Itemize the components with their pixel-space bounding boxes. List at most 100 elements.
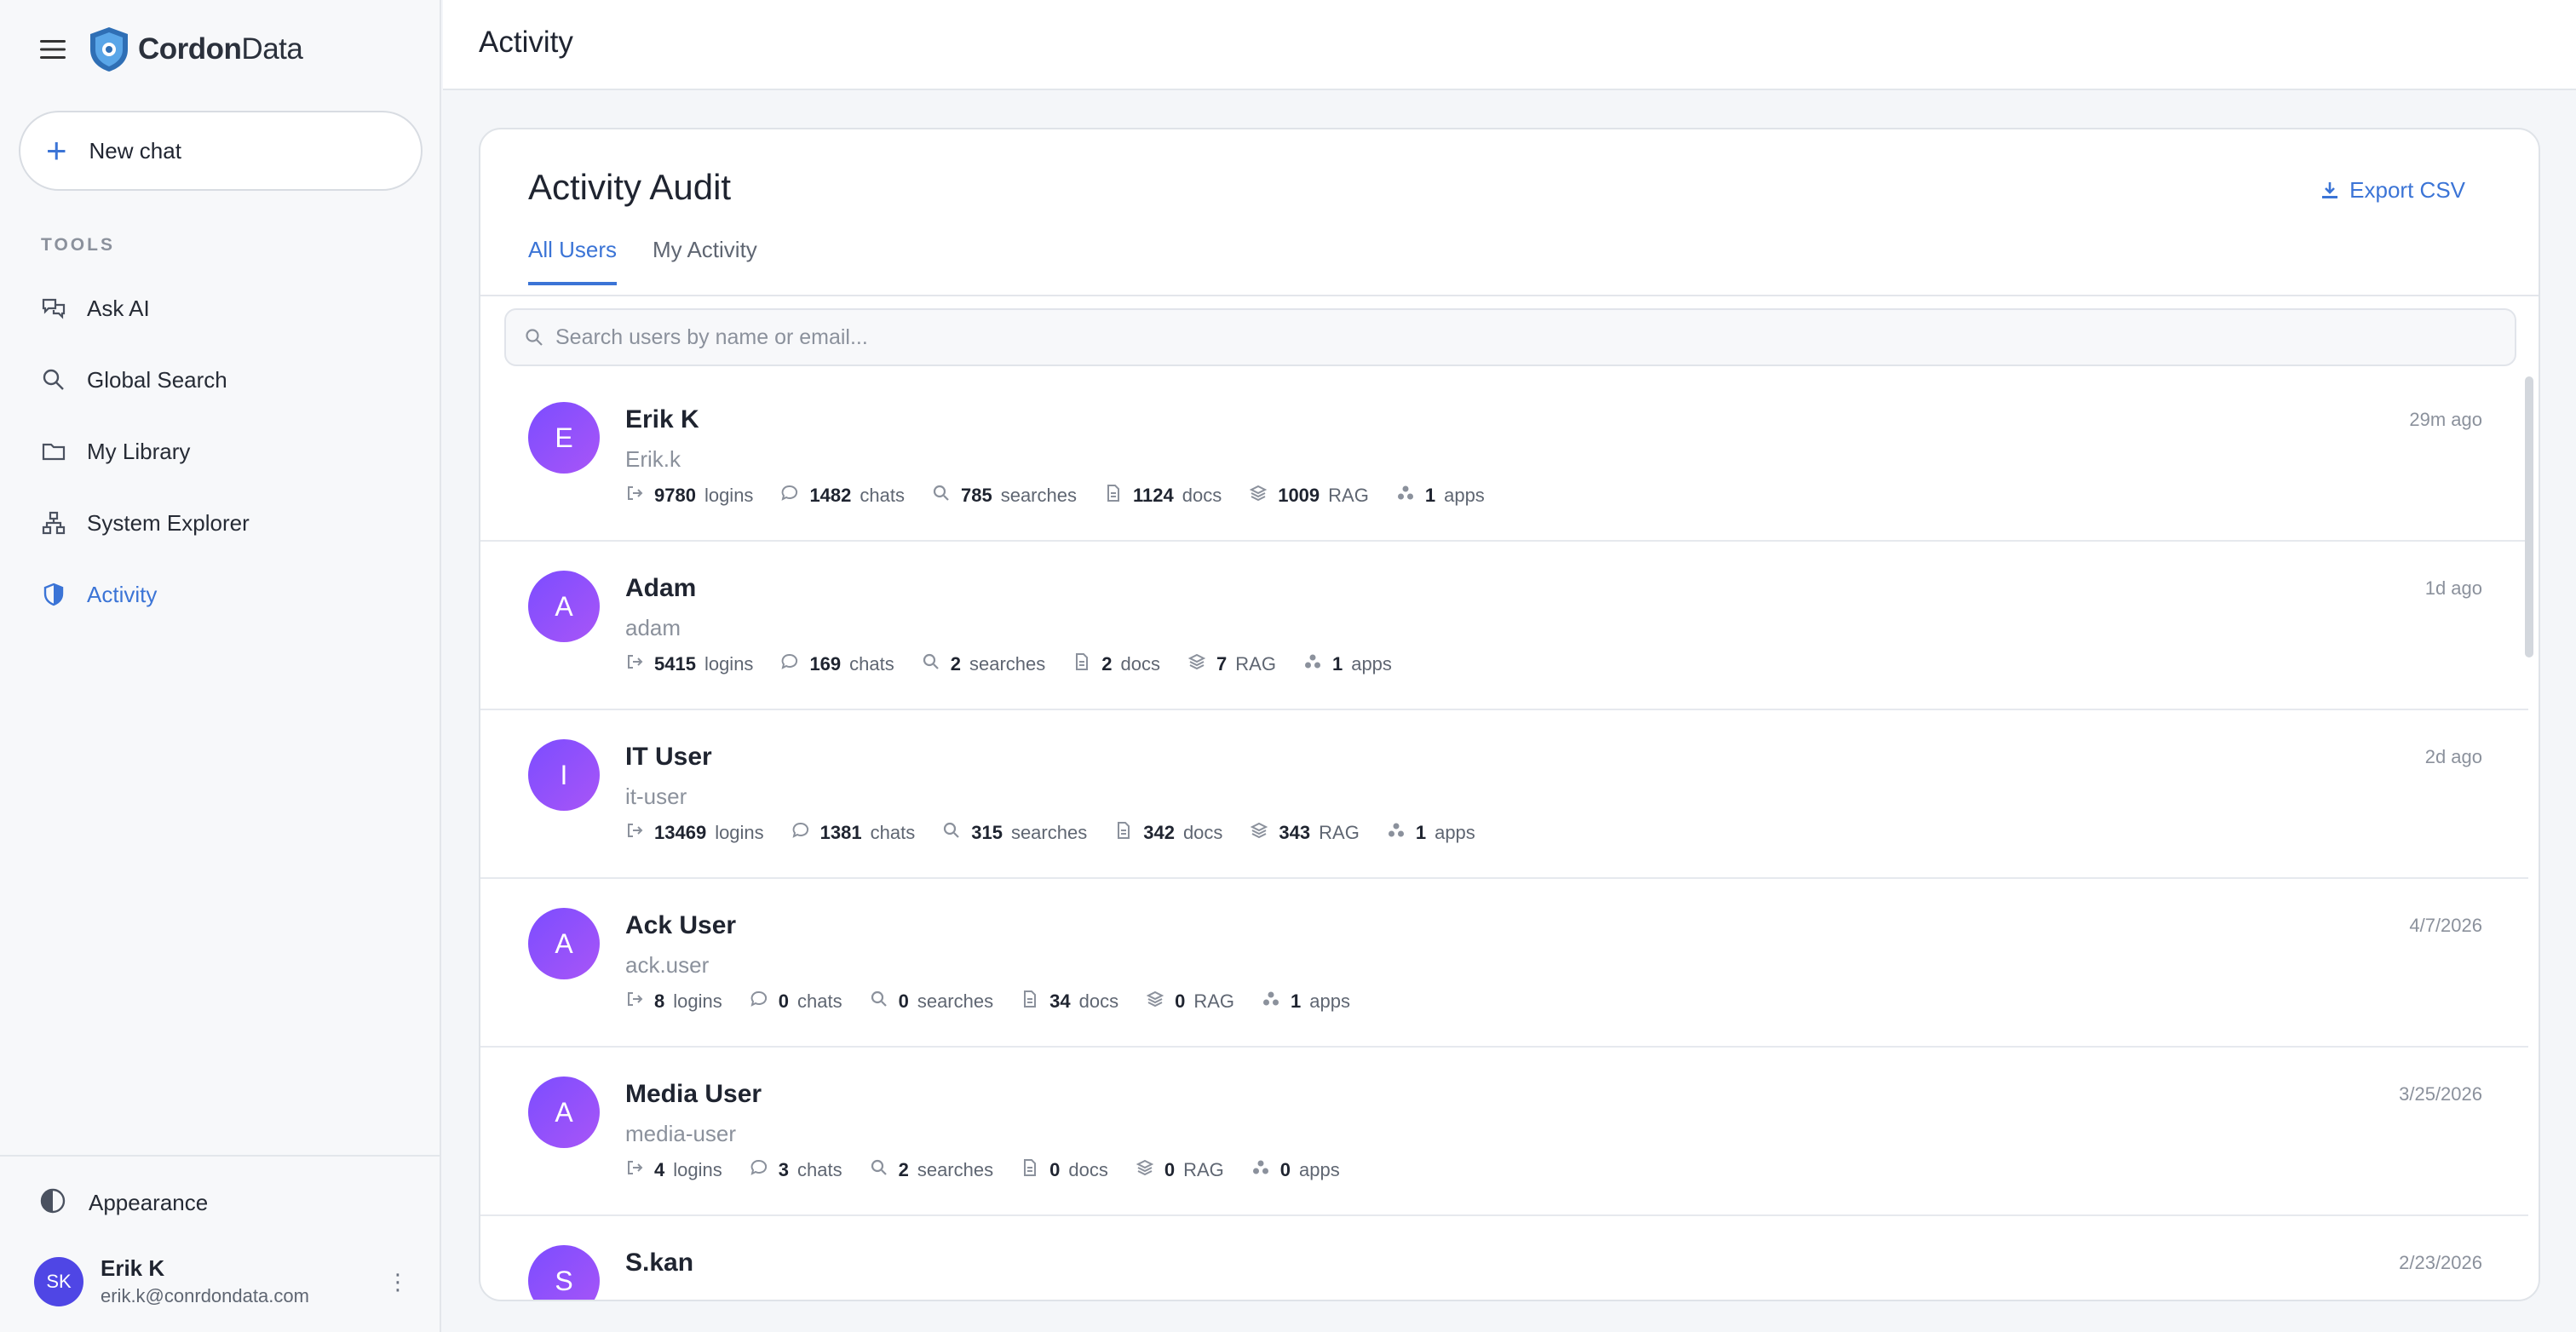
login-icon — [625, 821, 654, 845]
tab-all-users[interactable]: All Users — [528, 237, 618, 285]
sidebar-divider — [0, 1155, 441, 1157]
export-csv-button[interactable]: Export CSV — [2320, 177, 2465, 204]
avatar: A — [528, 908, 600, 979]
tab-my-activity[interactable]: My Activity — [653, 237, 757, 285]
hamburger-menu-icon[interactable] — [37, 34, 68, 65]
brand: CordonData — [37, 24, 303, 75]
stat-chats-value: 1482 — [809, 485, 852, 506]
current-user[interactable]: SK Erik K erik.k@conrdondata.com ⋮ — [34, 1255, 409, 1307]
stat-logins-label: logins — [704, 485, 754, 506]
stat-rag-label: RAG — [1319, 822, 1360, 843]
avatar: A — [528, 1077, 600, 1148]
stat-docs-label: docs — [1068, 1159, 1108, 1180]
stat-logins: 9780 logins — [625, 484, 753, 508]
stat-apps-value: 1 — [1331, 653, 1343, 675]
stat-logins-value: 8 — [654, 990, 665, 1012]
user-handle: ack.user — [625, 952, 710, 978]
new-chat-label: New chat — [89, 137, 181, 164]
scrollbar-thumb[interactable] — [2525, 376, 2533, 657]
user-row[interactable]: E Erik K Erik.k 29m ago 9780 logins 1482… — [480, 373, 2528, 542]
user-list: E Erik K Erik.k 29m ago 9780 logins 1482… — [480, 373, 2528, 1300]
stat-rag-label: RAG — [1183, 1159, 1224, 1180]
user-row[interactable]: S S.kan 2/23/2026 — [480, 1216, 2528, 1300]
stat-apps-label: apps — [1299, 1159, 1340, 1180]
chat-icon — [780, 484, 809, 508]
stat-apps-label: apps — [1444, 485, 1485, 506]
search-icon — [870, 1158, 899, 1182]
sidebar-item-global-search[interactable]: Global Search — [27, 344, 419, 416]
appearance-button[interactable]: Appearance — [39, 1187, 208, 1219]
stat-apps: 1 apps — [1396, 484, 1485, 508]
stat-chats: 1381 chats — [791, 821, 915, 845]
user-stats: 5415 logins 169 chats 2 searches 2 docs … — [625, 652, 1419, 676]
user-row[interactable]: A Ack User ack.user 4/7/2026 8 logins 0 … — [480, 879, 2528, 1048]
document-icon — [1114, 821, 1143, 845]
stat-docs: 342 docs — [1114, 821, 1222, 845]
login-icon — [625, 652, 654, 676]
apps-icon — [1251, 1158, 1280, 1182]
search-icon — [526, 329, 543, 346]
sidebar-item-my-library[interactable]: My Library — [27, 416, 419, 487]
stat-searches: 2 searches — [870, 1158, 993, 1182]
stat-rag-value: 0 — [1164, 1159, 1176, 1180]
stat-rag: 343 RAG — [1250, 821, 1360, 845]
user-search-field[interactable] — [504, 308, 2516, 366]
user-name: Media User — [625, 1080, 762, 1108]
user-stats: 9780 logins 1482 chats 785 searches 1124… — [625, 484, 1512, 508]
tab-bar: All Users My Activity — [528, 237, 793, 285]
chat-bubbles-icon — [39, 294, 68, 323]
document-icon — [1021, 990, 1049, 1013]
stat-apps-value: 1 — [1291, 990, 1302, 1012]
apps-icon — [1396, 484, 1425, 508]
user-handle: adam — [625, 615, 681, 640]
more-options-icon[interactable]: ⋮ — [387, 1269, 409, 1295]
stat-logins: 8 logins — [625, 990, 722, 1013]
avatar: E — [528, 402, 600, 474]
avatar: SK — [34, 1256, 83, 1306]
search-input[interactable] — [555, 324, 2429, 350]
stat-chats: 3 chats — [750, 1158, 842, 1182]
user-name: Erik K — [101, 1255, 165, 1281]
user-row[interactable]: A Media User media-user 3/25/2026 4 logi… — [480, 1048, 2528, 1216]
stat-apps-label: apps — [1351, 653, 1392, 675]
stat-docs-value: 2 — [1101, 653, 1113, 675]
stat-apps: 1 apps — [1262, 990, 1350, 1013]
folder-icon — [39, 437, 68, 466]
stat-apps: 0 apps — [1251, 1158, 1340, 1182]
network-icon — [39, 508, 68, 537]
stat-chats-label: chats — [849, 653, 894, 675]
last-active: 4/7/2026 — [2409, 915, 2482, 936]
search-icon — [922, 652, 951, 676]
plus-icon: + — [46, 130, 67, 170]
apps-icon — [1262, 990, 1291, 1013]
stat-docs-label: docs — [1120, 653, 1161, 675]
stat-rag: 7 RAG — [1187, 652, 1276, 676]
stat-chats-value: 1381 — [819, 822, 862, 843]
stat-searches: 0 searches — [870, 990, 993, 1013]
sidebar-item-system-explorer[interactable]: System Explorer — [27, 487, 419, 559]
stat-docs-value: 0 — [1049, 1159, 1061, 1180]
sidebar-item-activity[interactable]: Activity — [27, 559, 419, 630]
stat-docs: 34 docs — [1021, 990, 1118, 1013]
stat-searches: 785 searches — [932, 484, 1077, 508]
sidebar-item-ask-ai[interactable]: Ask AI — [27, 273, 419, 344]
avatar: I — [528, 739, 600, 811]
layers-icon — [1146, 990, 1175, 1013]
user-stats: 13469 logins 1381 chats 315 searches 342… — [625, 821, 1503, 845]
user-handle: media-user — [625, 1121, 737, 1146]
stat-docs-value: 1124 — [1132, 485, 1174, 506]
new-chat-button[interactable]: + New chat — [19, 111, 423, 191]
apps-icon — [1387, 821, 1416, 845]
stat-chats-value: 3 — [778, 1159, 789, 1180]
layers-icon — [1249, 484, 1278, 508]
user-row[interactable]: I IT User it-user 2d ago 13469 logins 13… — [480, 710, 2528, 879]
stat-rag-value: 343 — [1279, 822, 1311, 843]
stat-logins-label: logins — [673, 990, 722, 1012]
document-icon — [1104, 484, 1133, 508]
user-row[interactable]: A Adam adam 1d ago 5415 logins 169 chats… — [480, 542, 2528, 710]
stat-chats-value: 0 — [778, 990, 789, 1012]
stat-searches-value: 2 — [898, 1159, 909, 1180]
stat-docs-value: 34 — [1049, 990, 1071, 1012]
stat-logins-value: 9780 — [654, 485, 696, 506]
sidebar: CordonData + New chat TOOLS Ask AI Globa… — [0, 0, 441, 1332]
